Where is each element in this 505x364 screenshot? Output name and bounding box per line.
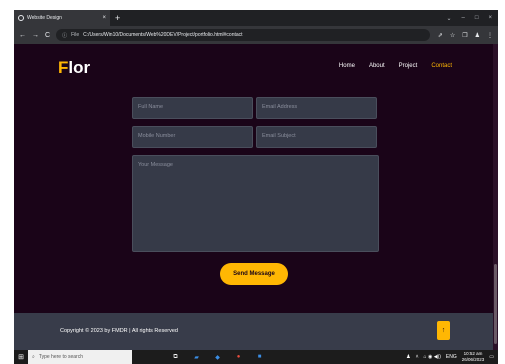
info-icon[interactable]: ⓘ <box>62 32 67 39</box>
file-explorer-icon[interactable]: ▰ <box>193 354 200 361</box>
tab-close-icon[interactable]: × <box>102 15 106 21</box>
site-footer: Copyright © 2023 by FMDR | All rights Re… <box>14 313 498 350</box>
site-logo[interactable]: Flor <box>58 58 90 78</box>
copyright-text: Copyright © 2023 by FMDR | All rights Re… <box>60 328 178 334</box>
share-icon[interactable]: ⇗ <box>438 32 443 39</box>
new-tab-icon[interactable]: + <box>115 13 120 23</box>
tray-chevron-up-icon[interactable]: ˄ <box>416 354 419 360</box>
reload-icon[interactable]: C <box>45 32 50 39</box>
browser-tab[interactable]: Website Design × <box>14 10 110 26</box>
menu-icon[interactable]: ⋮ <box>487 32 493 39</box>
system-tray: ♟ ˄ ⌂ ◉ ◀)) ENG 10:52 am 26/06/2023 ▭ <box>406 351 498 363</box>
address-bar-row: ← → C ⓘ File C:/Users/Win10/Documents/We… <box>14 26 498 44</box>
profile-icon[interactable]: ♟ <box>475 32 480 39</box>
nav-project[interactable]: Project <box>399 63 418 69</box>
tray-user-icon[interactable]: ♟ <box>406 354 410 360</box>
tab-title: Website Design <box>27 15 62 21</box>
notification-icon[interactable]: ▭ <box>489 354 494 360</box>
forward-icon[interactable]: → <box>32 32 39 39</box>
email-address-input[interactable]: Email Address <box>256 97 377 119</box>
taskbar-clock[interactable]: 10:52 am 26/06/2023 <box>462 351 485 363</box>
back-to-top-button[interactable]: ↑ <box>437 321 450 340</box>
tab-search-icon[interactable]: ⌄ <box>446 15 451 22</box>
taskbar-apps: ⧉ ▰ ◆ ● ■ <box>172 354 263 361</box>
minimize-icon[interactable]: – <box>462 15 465 22</box>
full-name-input[interactable]: Full Name <box>132 97 253 119</box>
maximize-icon[interactable]: □ <box>475 15 479 22</box>
search-icon: ⌕ <box>32 354 35 360</box>
site-header: Flor Home About Project Contact <box>14 44 498 88</box>
page-scrollbar[interactable] <box>493 44 498 350</box>
send-message-button[interactable]: Send Message <box>220 263 288 285</box>
page-viewport: Flor Home About Project Contact Full Nam… <box>14 44 498 350</box>
window-controls: ⌄ – □ × <box>446 15 498 22</box>
side-panel-icon[interactable]: ❐ <box>462 32 467 39</box>
os-taskbar: ⊞ ⌕ Type here to search ⧉ ▰ ◆ ● ■ ♟ ˄ ⌂ … <box>14 350 498 364</box>
vscode-icon[interactable]: ◆ <box>214 354 221 361</box>
back-icon[interactable]: ← <box>19 32 26 39</box>
site-nav: Home About Project Contact <box>339 63 452 69</box>
app-icon[interactable]: ■ <box>256 354 263 361</box>
language-indicator[interactable]: ENG <box>446 354 457 360</box>
clock-date: 26/06/2023 <box>461 357 485 362</box>
screen: Website Design × + ⌄ – □ × ← → C ⓘ File … <box>0 0 505 364</box>
url-input[interactable]: ⓘ File C:/Users/Win10/Documents/Web%20DE… <box>56 29 430 41</box>
mobile-number-input[interactable]: Mobile Number <box>132 126 253 148</box>
arrow-up-icon: ↑ <box>441 327 446 334</box>
bookmark-star-icon[interactable]: ☆ <box>450 32 455 39</box>
close-window-icon[interactable]: × <box>488 15 492 22</box>
nav-about[interactable]: About <box>369 63 385 69</box>
browser-tab-bar: Website Design × + ⌄ – □ × <box>14 10 498 26</box>
globe-icon <box>18 15 24 21</box>
scrollbar-thumb[interactable] <box>494 264 497 344</box>
message-textarea[interactable]: Your Message <box>132 155 379 252</box>
url-text: C:/Users/Win10/Documents/Web%20DEV/Proje… <box>83 32 243 38</box>
chrome-icon[interactable]: ● <box>235 354 242 361</box>
task-view-icon[interactable]: ⧉ <box>172 354 179 361</box>
taskbar-search-input[interactable]: ⌕ Type here to search <box>28 350 132 364</box>
tray-status-icons[interactable]: ⌂ ◉ ◀)) <box>424 354 441 360</box>
windows-start-icon[interactable]: ⊞ <box>14 350 28 364</box>
nav-home[interactable]: Home <box>339 63 355 69</box>
browser-toolbar-icons: ⇗ ☆ ❐ ♟ ⋮ <box>438 32 493 39</box>
file-label: File <box>71 32 80 38</box>
nav-contact[interactable]: Contact <box>431 63 452 69</box>
email-subject-input[interactable]: Email Subject <box>256 126 377 148</box>
search-placeholder: Type here to search <box>38 354 84 360</box>
